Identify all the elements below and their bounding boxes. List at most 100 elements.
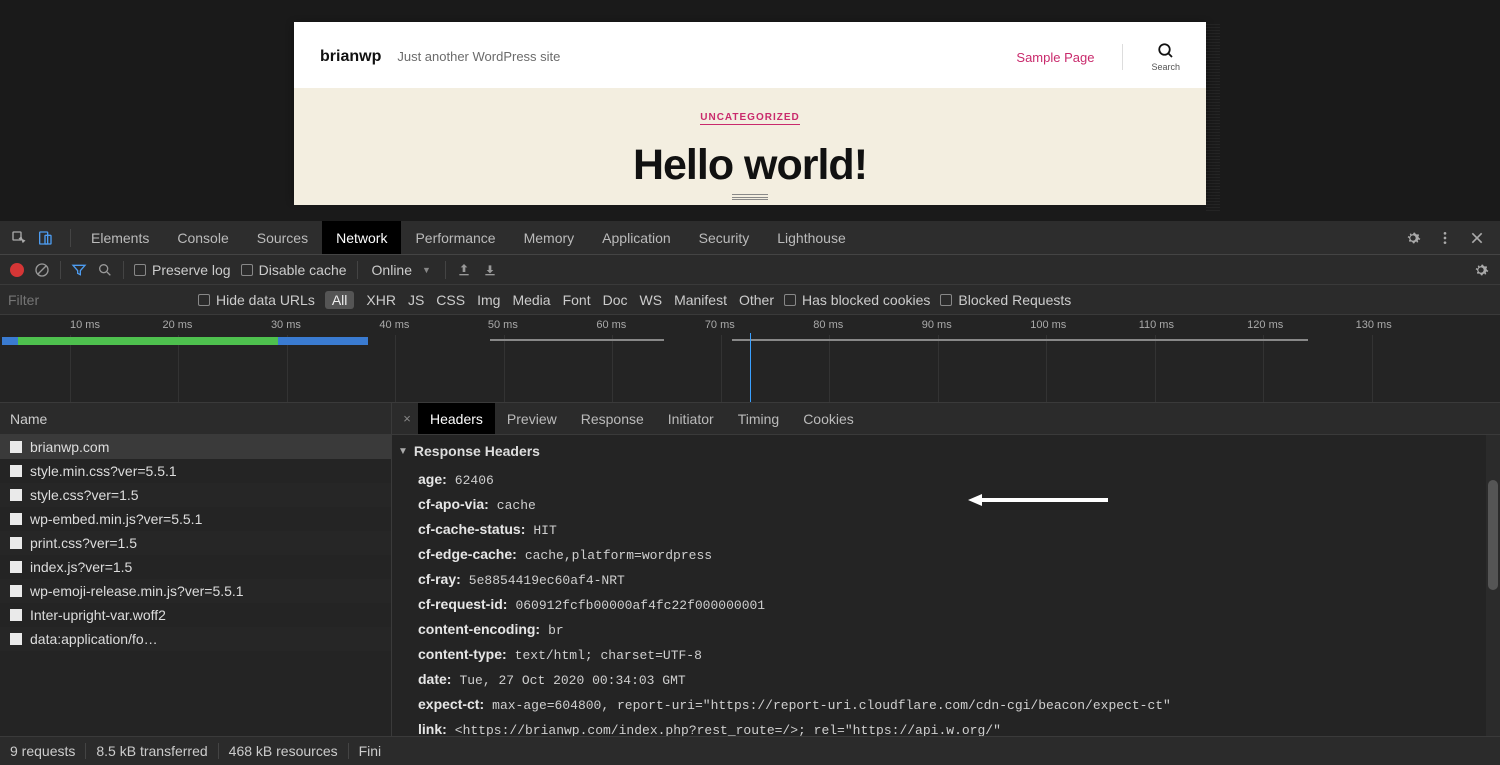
request-list-header[interactable]: Name <box>0 403 391 435</box>
network-toolbar: Preserve log Disable cache Online ▼ <box>0 255 1500 285</box>
inspect-element-icon[interactable] <box>10 229 28 247</box>
status-resources: 468 kB resources <box>229 743 338 759</box>
header-key: cf-edge-cache: <box>418 546 517 562</box>
status-finish: Fini <box>359 743 382 759</box>
filter-type-js[interactable]: JS <box>408 292 424 308</box>
post-title[interactable]: Hello world! <box>294 141 1206 190</box>
request-row[interactable]: style.css?ver=1.5 <box>0 483 391 507</box>
filter-type-font[interactable]: Font <box>563 292 591 308</box>
header-row[interactable]: cf-edge-cache:cache,platform=wordpress <box>398 542 1490 567</box>
device-toggle-icon[interactable] <box>36 229 54 247</box>
close-details-icon[interactable]: × <box>396 403 418 434</box>
clear-icon[interactable] <box>34 262 50 278</box>
request-row[interactable]: wp-embed.min.js?ver=5.5.1 <box>0 507 391 531</box>
hide-data-urls-checkbox[interactable]: Hide data URLs <box>198 292 315 308</box>
filter-type-all[interactable]: All <box>325 291 355 309</box>
timeline-tick: 130 ms <box>1372 319 1480 335</box>
throttling-select[interactable]: Online ▼ <box>368 262 435 278</box>
filter-type-xhr[interactable]: XHR <box>366 292 396 308</box>
request-row[interactable]: index.js?ver=1.5 <box>0 555 391 579</box>
request-name: index.js?ver=1.5 <box>30 559 132 575</box>
details-scrollbar[interactable] <box>1486 435 1500 736</box>
network-settings-gear-icon[interactable] <box>1472 261 1490 279</box>
devtools-tab-console[interactable]: Console <box>163 221 242 254</box>
details-tab-initiator[interactable]: Initiator <box>656 403 726 434</box>
header-row[interactable]: cf-apo-via:cache <box>398 492 1490 517</box>
header-row[interactable]: date:Tue, 27 Oct 2020 00:34:03 GMT <box>398 667 1490 692</box>
close-devtools-icon[interactable] <box>1468 229 1486 247</box>
header-key: cf-request-id: <box>418 596 507 612</box>
details-tab-response[interactable]: Response <box>569 403 656 434</box>
filter-type-manifest[interactable]: Manifest <box>674 292 727 308</box>
devtools-tabbar: ElementsConsoleSourcesNetworkPerformance… <box>0 221 1500 255</box>
settings-gear-icon[interactable] <box>1404 229 1422 247</box>
header-row[interactable]: content-encoding:br <box>398 617 1490 642</box>
header-row[interactable]: expect-ct:max-age=604800, report-uri="ht… <box>398 692 1490 717</box>
search-icon[interactable] <box>97 262 113 278</box>
header-key: content-type: <box>418 646 507 662</box>
filter-type-ws[interactable]: WS <box>640 292 663 308</box>
request-row[interactable]: data:application/fo… <box>0 627 391 651</box>
filter-type-css[interactable]: CSS <box>436 292 465 308</box>
request-row[interactable]: print.css?ver=1.5 <box>0 531 391 555</box>
kebab-menu-icon[interactable] <box>1436 229 1454 247</box>
file-icon <box>10 561 22 573</box>
devtools-tab-performance[interactable]: Performance <box>401 221 509 254</box>
filter-type-media[interactable]: Media <box>512 292 550 308</box>
header-value: Tue, 27 Oct 2020 00:34:03 GMT <box>459 673 685 688</box>
blocked-requests-checkbox[interactable]: Blocked Requests <box>940 292 1071 308</box>
network-timeline[interactable]: 10 ms20 ms30 ms40 ms50 ms60 ms70 ms80 ms… <box>0 315 1500 403</box>
details-tab-cookies[interactable]: Cookies <box>791 403 866 434</box>
header-key: content-encoding: <box>418 621 540 637</box>
details-tab-headers[interactable]: Headers <box>418 403 495 434</box>
resize-handle[interactable] <box>1206 22 1220 211</box>
request-row[interactable]: Inter-upright-var.woff2 <box>0 603 391 627</box>
filter-input[interactable] <box>8 292 188 308</box>
header-row[interactable]: link:<https://brianwp.com/index.php?rest… <box>398 717 1490 736</box>
filter-type-doc[interactable]: Doc <box>603 292 628 308</box>
request-row[interactable]: wp-emoji-release.min.js?ver=5.5.1 <box>0 579 391 603</box>
header-row[interactable]: age:62406 <box>398 467 1490 492</box>
file-icon <box>10 609 22 621</box>
download-har-icon[interactable] <box>482 262 498 278</box>
file-icon <box>10 465 22 477</box>
record-button[interactable] <box>10 263 24 277</box>
file-icon <box>10 441 22 453</box>
status-transferred: 8.5 kB transferred <box>96 743 207 759</box>
request-row[interactable]: brianwp.com <box>0 435 391 459</box>
filter-type-img[interactable]: Img <box>477 292 500 308</box>
request-name: wp-embed.min.js?ver=5.5.1 <box>30 511 202 527</box>
response-headers-title: Response Headers <box>414 443 540 459</box>
devtools-tab-application[interactable]: Application <box>588 221 685 254</box>
request-row[interactable]: style.min.css?ver=5.5.1 <box>0 459 391 483</box>
response-headers-section[interactable]: ▼ Response Headers <box>398 443 1490 459</box>
devtools-tab-sources[interactable]: Sources <box>243 221 322 254</box>
header-row[interactable]: cf-cache-status:HIT <box>398 517 1490 542</box>
devtools-tab-lighthouse[interactable]: Lighthouse <box>763 221 860 254</box>
details-tab-preview[interactable]: Preview <box>495 403 569 434</box>
site-title[interactable]: brianwp <box>320 48 381 66</box>
devtools-tab-elements[interactable]: Elements <box>77 221 163 254</box>
drag-handle-icon[interactable] <box>732 194 768 200</box>
header-value: <https://brianwp.com/index.php?rest_rout… <box>455 723 1001 736</box>
request-name: data:application/fo… <box>30 631 158 647</box>
devtools-tab-memory[interactable]: Memory <box>510 221 589 254</box>
devtools-tab-security[interactable]: Security <box>685 221 764 254</box>
header-row[interactable]: cf-ray:5e8854419ec60af4-NRT <box>398 567 1490 592</box>
header-row[interactable]: content-type:text/html; charset=UTF-8 <box>398 642 1490 667</box>
post-category[interactable]: UNCATEGORIZED <box>700 112 799 125</box>
header-value: 5e8854419ec60af4-NRT <box>469 573 625 588</box>
has-blocked-cookies-checkbox[interactable]: Has blocked cookies <box>784 292 930 308</box>
preserve-log-checkbox[interactable]: Preserve log <box>134 262 231 278</box>
request-name: style.min.css?ver=5.5.1 <box>30 463 177 479</box>
header-row[interactable]: cf-request-id:060912fcfb00000af4fc22f000… <box>398 592 1490 617</box>
upload-har-icon[interactable] <box>456 262 472 278</box>
details-tab-timing[interactable]: Timing <box>726 403 792 434</box>
network-split: Name brianwp.com style.min.css?ver=5.5.1 s… <box>0 403 1500 737</box>
devtools-tab-network[interactable]: Network <box>322 221 401 254</box>
disable-cache-checkbox[interactable]: Disable cache <box>241 262 347 278</box>
search-button[interactable]: Search <box>1151 42 1180 72</box>
nav-link-sample-page[interactable]: Sample Page <box>1016 50 1094 65</box>
filter-icon[interactable] <box>71 262 87 278</box>
filter-type-other[interactable]: Other <box>739 292 774 308</box>
